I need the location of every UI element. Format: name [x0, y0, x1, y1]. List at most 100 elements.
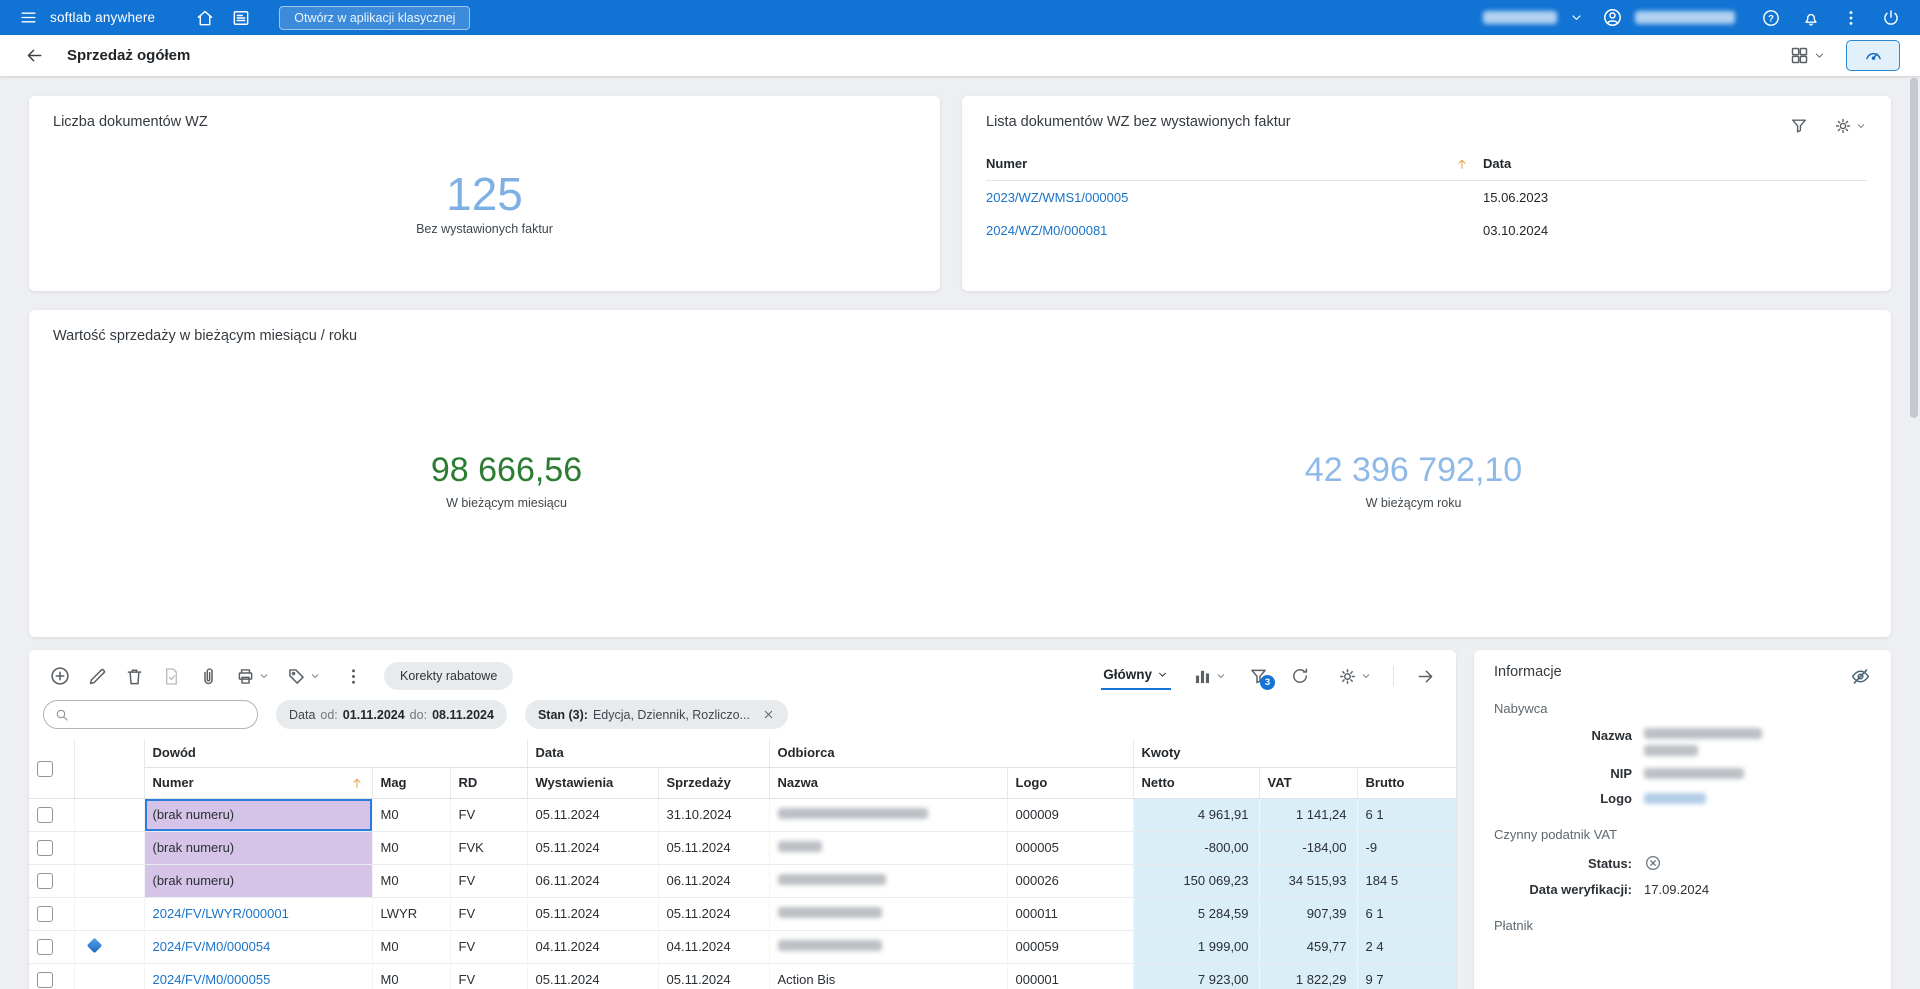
cell-wystawienia[interactable]: 04.11.2024 — [527, 930, 659, 964]
more-actions-button[interactable] — [337, 661, 370, 692]
column-header-netto[interactable]: Netto — [1133, 767, 1260, 799]
help-button[interactable] — [1757, 4, 1785, 32]
cell-sprzedazy[interactable]: 31.10.2024 — [658, 798, 770, 832]
column-header-logo[interactable]: Logo — [1007, 767, 1134, 799]
cell-mag[interactable]: M0 — [372, 831, 451, 865]
column-header-mag[interactable]: Mag — [372, 767, 451, 799]
cell-brutto[interactable]: 6 1 — [1357, 897, 1456, 931]
home-button[interactable] — [191, 4, 219, 32]
wz-document-link[interactable]: 2024/WZ/M0/000081 — [986, 223, 1107, 238]
news-button[interactable] — [227, 4, 255, 32]
cell-mag[interactable]: M0 — [372, 864, 451, 898]
hamburger-menu-button[interactable] — [15, 4, 42, 31]
cell-mag[interactable]: M0 — [372, 798, 451, 832]
row-checkbox[interactable] — [37, 905, 53, 922]
table-row[interactable]: (brak numeru) M0 FV 06.11.2024 06.11.202… — [29, 864, 1456, 898]
cell-logo[interactable]: 000005 — [1007, 831, 1134, 865]
expand-panel-button[interactable] — [1409, 661, 1442, 692]
column-header-nazwa[interactable]: Nazwa — [769, 767, 1008, 799]
cell-rd[interactable]: FV — [450, 963, 528, 989]
print-button[interactable] — [229, 661, 276, 692]
cell-logo[interactable]: 000059 — [1007, 930, 1134, 964]
cell-wystawienia[interactable]: 05.11.2024 — [527, 798, 659, 832]
cell-wystawienia[interactable]: 06.11.2024 — [527, 864, 659, 898]
page-scrollbar[interactable] — [1910, 78, 1918, 987]
cell-netto[interactable]: -800,00 — [1133, 831, 1260, 865]
document-number-link[interactable]: 2024/FV/M0/000054 — [153, 939, 271, 954]
table-row[interactable]: (brak numeru) M0 FVK 05.11.2024 05.11.20… — [29, 831, 1456, 865]
labels-button[interactable] — [280, 661, 327, 692]
cell-netto[interactable]: 7 923,00 — [1133, 963, 1260, 989]
list-item[interactable]: 2023/WZ/WMS1/000005 15.06.2023 — [986, 181, 1867, 214]
column-header-numer[interactable]: Numer — [144, 767, 373, 799]
cell-wystawienia[interactable]: 05.11.2024 — [527, 897, 659, 931]
grid-filter-button[interactable]: 3 — [1248, 666, 1275, 690]
scrollbar-thumb[interactable] — [1910, 78, 1918, 418]
cell-sprzedazy[interactable]: 05.11.2024 — [658, 897, 770, 931]
cell-vat[interactable]: 1 822,29 — [1259, 963, 1358, 989]
cell-vat[interactable]: 907,39 — [1259, 897, 1358, 931]
cell-nazwa[interactable] — [769, 798, 1008, 832]
user-avatar-icon[interactable] — [1602, 7, 1623, 28]
cell-rd[interactable]: FVK — [450, 831, 528, 865]
logout-button[interactable] — [1877, 4, 1905, 32]
edit-document-button[interactable] — [81, 661, 114, 692]
wz-list-col-data[interactable]: Data — [1483, 156, 1511, 171]
cell-brutto[interactable]: 9 7 — [1357, 963, 1456, 989]
cell-rd[interactable]: FV — [450, 897, 528, 931]
column-group-dowod[interactable]: Dowód — [144, 739, 528, 768]
hide-empty-fields-button[interactable] — [1848, 664, 1873, 689]
column-header-brutto[interactable]: Brutto — [1357, 767, 1456, 799]
column-header-wystawienia[interactable]: Wystawienia — [527, 767, 659, 799]
wz-document-link[interactable]: 2023/WZ/WMS1/000005 — [986, 190, 1128, 205]
cell-logo[interactable]: 000009 — [1007, 798, 1134, 832]
table-row[interactable]: (brak numeru) M0 FV 05.11.2024 31.10.202… — [29, 798, 1456, 832]
cell-brutto[interactable]: 6 1 — [1357, 798, 1456, 832]
cell-nazwa[interactable]: Action Bis — [769, 963, 1008, 989]
table-row[interactable]: 2024/FV/M0/000054 M0 FV 04.11.2024 04.11… — [29, 930, 1456, 964]
row-checkbox[interactable] — [37, 938, 53, 955]
table-row[interactable]: 2024/FV/LWYR/000001 LWYR FV 05.11.2024 0… — [29, 897, 1456, 931]
table-row[interactable]: 2024/FV/M0/000055 M0 FV 05.11.2024 05.11… — [29, 963, 1456, 989]
view-selector[interactable]: Główny — [1101, 663, 1171, 690]
cell-logo[interactable]: 000011 — [1007, 897, 1134, 931]
approve-document-button[interactable] — [155, 661, 188, 692]
cell-brutto[interactable]: 2 4 — [1357, 930, 1456, 964]
delete-document-button[interactable] — [118, 661, 151, 692]
cell-vat[interactable]: 459,77 — [1259, 930, 1358, 964]
column-group-kwoty[interactable]: Kwoty — [1133, 739, 1456, 768]
refresh-button[interactable] — [1284, 661, 1316, 691]
cell-logo[interactable]: 000001 — [1007, 963, 1134, 989]
add-document-button[interactable] — [43, 660, 77, 692]
grid-search-box[interactable] — [43, 700, 258, 729]
cell-sprzedazy[interactable]: 05.11.2024 — [658, 831, 770, 865]
cell-mag[interactable]: M0 — [372, 930, 451, 964]
cell-rd[interactable]: FV — [450, 864, 528, 898]
back-button[interactable] — [20, 41, 49, 70]
sort-ascending-icon[interactable] — [350, 776, 364, 790]
row-checkbox[interactable] — [37, 971, 53, 988]
cell-vat[interactable]: 34 515,93 — [1259, 864, 1358, 898]
cell-sprzedazy[interactable]: 05.11.2024 — [658, 963, 770, 989]
cell-sprzedazy[interactable]: 06.11.2024 — [658, 864, 770, 898]
redacted-company-selector[interactable] — [1483, 11, 1557, 24]
wz-list-col-numer[interactable]: Numer — [986, 156, 1027, 171]
document-number-link[interactable]: 2024/FV/M0/000055 — [153, 972, 271, 987]
chart-view-button[interactable] — [1186, 661, 1233, 692]
layout-selector-button[interactable] — [1785, 41, 1830, 70]
cell-logo[interactable]: 000026 — [1007, 864, 1134, 898]
state-filter-chip[interactable]: Stan (3): Edycja, Dziennik, Rozliczo... — [524, 700, 788, 729]
cell-numer[interactable]: (brak numeru) — [144, 864, 373, 898]
cell-nazwa[interactable] — [769, 930, 1008, 964]
column-group-data[interactable]: Data — [527, 739, 770, 768]
more-options-button[interactable] — [1837, 4, 1865, 32]
cell-rd[interactable]: FV — [450, 930, 528, 964]
cell-brutto[interactable]: 184 5 — [1357, 864, 1456, 898]
korekty-rabatowe-button[interactable]: Korekty rabatowe — [384, 662, 514, 690]
column-group-odbiorca[interactable]: Odbiorca — [769, 739, 1134, 768]
cell-netto[interactable]: 4 961,91 — [1133, 798, 1260, 832]
wz-list-settings-button[interactable] — [1829, 112, 1871, 140]
redacted-logo[interactable] — [1644, 793, 1706, 804]
cell-rd[interactable]: FV — [450, 798, 528, 832]
cell-nazwa[interactable] — [769, 831, 1008, 865]
